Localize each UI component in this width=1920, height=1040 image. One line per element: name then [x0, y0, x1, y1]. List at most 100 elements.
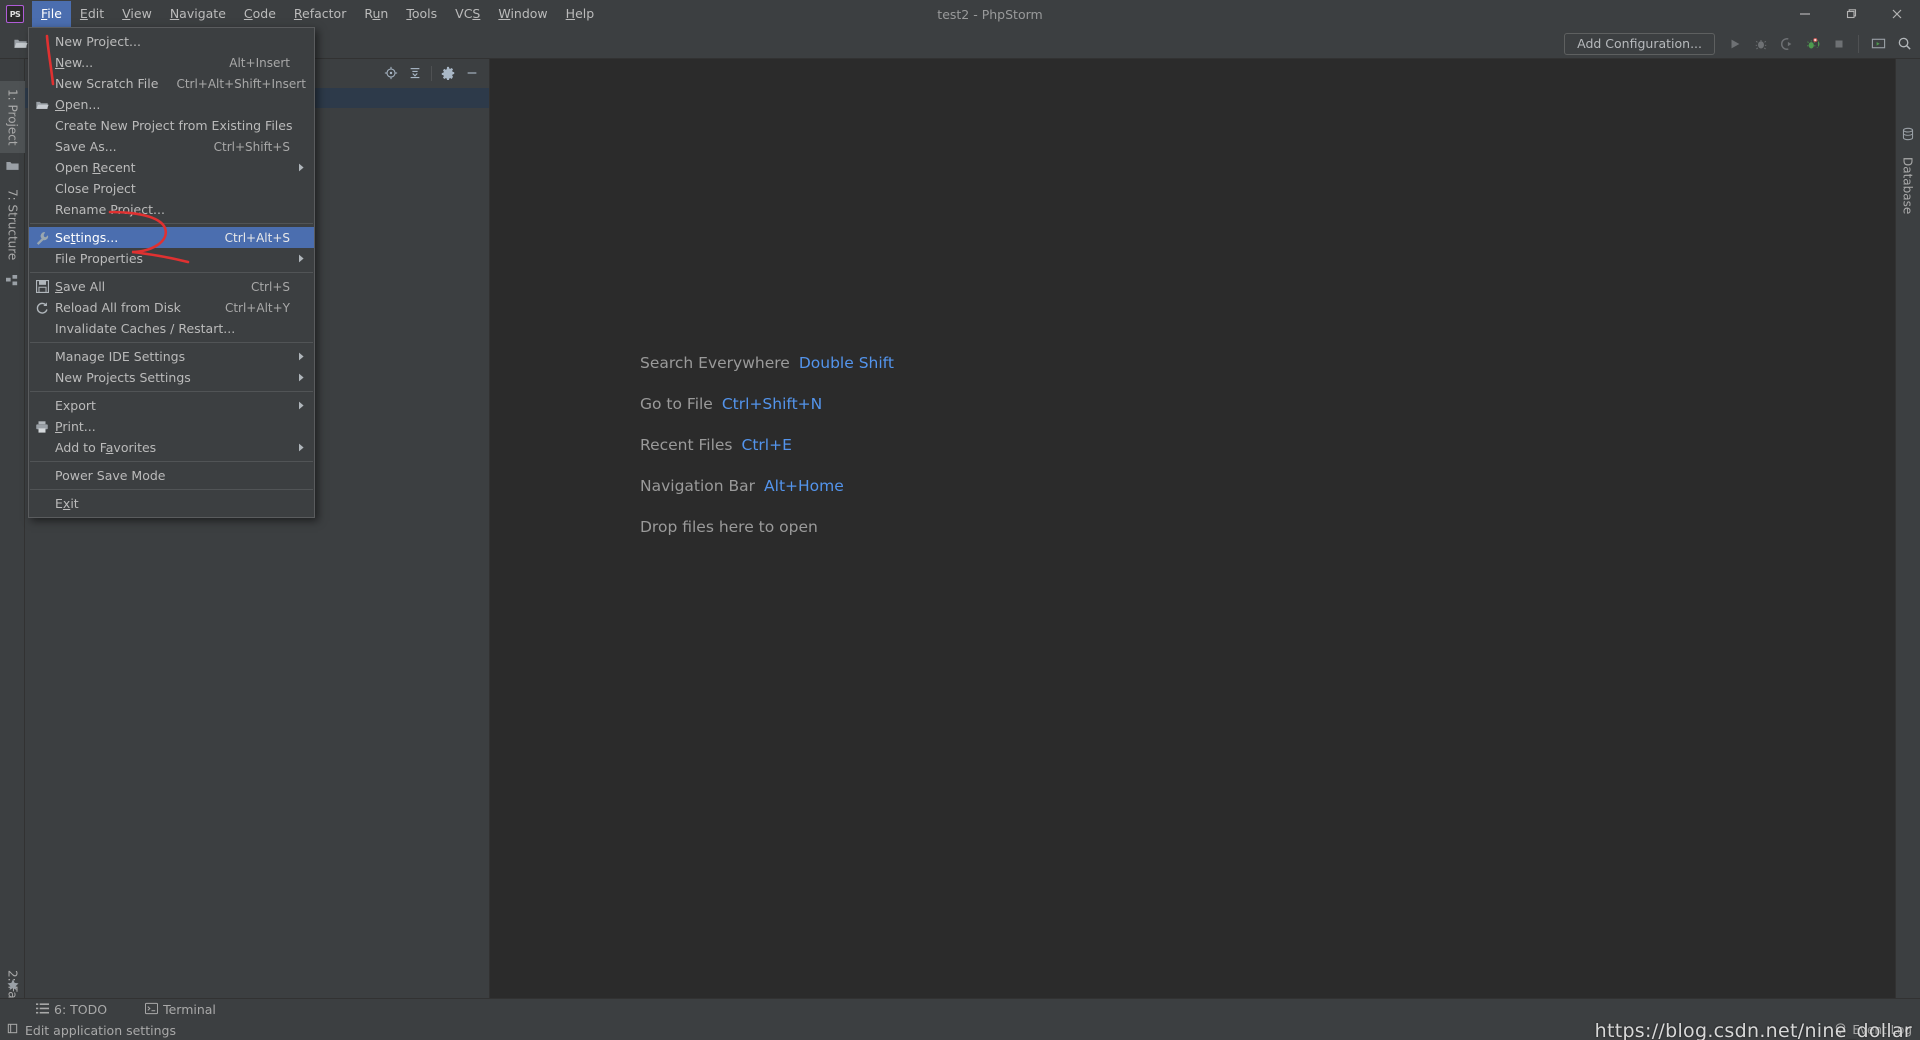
menu-item-label: Settings...	[55, 230, 119, 245]
star-icon	[4, 976, 21, 993]
menu-item-reload-all-from-disk[interactable]: Reload All from Disk Ctrl+Alt+Y	[29, 297, 314, 318]
sidebar-item-project-label: 1: Project	[5, 88, 20, 146]
menu-view[interactable]: View	[113, 1, 161, 28]
welcome-hint-row: Go to File Ctrl+Shift+N	[640, 395, 894, 413]
menu-item-open-recent[interactable]: Open Recent	[29, 157, 314, 178]
menu-item-label: File Properties	[55, 251, 144, 266]
menu-item-exit[interactable]: Exit	[29, 493, 314, 514]
menu-item-shortcut: Ctrl+Alt+Y	[224, 300, 290, 315]
menu-item-label: New Project...	[55, 34, 141, 49]
menu-item-no-icon	[29, 346, 55, 367]
save-icon	[29, 276, 55, 297]
run-anything-icon[interactable]	[1866, 32, 1890, 56]
sidebar-item-project[interactable]: 1: Project	[0, 81, 25, 153]
menu-item-add-to-favorites[interactable]: Add to Favorites	[29, 437, 314, 458]
collapse-all-icon[interactable]	[404, 62, 426, 84]
menu-help[interactable]: Help	[557, 1, 604, 28]
welcome-hint-shortcut: Double Shift	[798, 354, 894, 372]
add-configuration-button[interactable]: Add Configuration...	[1564, 32, 1715, 55]
menu-vcs[interactable]: VCS	[446, 1, 489, 28]
menu-item-shortcut: Ctrl+S	[250, 279, 290, 294]
sidebar-item-database[interactable]: Database	[1895, 147, 1920, 225]
menu-item-open[interactable]: Open...	[29, 94, 314, 115]
menu-item-export[interactable]: Export	[29, 395, 314, 416]
run-icon[interactable]	[1723, 32, 1747, 56]
menu-bar: File Edit View Navigate Code Refactor Run Tools…	[32, 0, 603, 28]
terminal-icon	[145, 1002, 159, 1018]
menu-item-save-as[interactable]: Save As... Ctrl+Shift+S	[29, 136, 314, 157]
bottom-item-todo[interactable]: 6: TODO	[26, 999, 117, 1021]
status-bar-left: Edit application settings	[0, 1022, 176, 1038]
menu-item-label: Export	[55, 398, 96, 413]
menu-item-manage-ide-settings[interactable]: Manage IDE Settings	[29, 346, 314, 367]
menu-code[interactable]: Code	[235, 1, 285, 28]
minimize-icon[interactable]	[1782, 0, 1828, 28]
search-icon[interactable]	[1892, 32, 1916, 56]
menu-run[interactable]: Run	[355, 1, 397, 28]
menu-item-label: Close Project	[55, 181, 136, 196]
menu-item-new-scratch-file[interactable]: New Scratch File Ctrl+Alt+Shift+Insert	[29, 73, 314, 94]
menu-item-new[interactable]: New... Alt+Insert	[29, 52, 314, 73]
menu-refactor[interactable]: Refactor	[285, 1, 355, 28]
close-icon[interactable]	[1874, 0, 1920, 28]
menu-tools[interactable]: Tools	[397, 1, 446, 28]
file-menu-dropdown: New Project... New... Alt+Insert New Scratc…	[28, 27, 315, 518]
menu-item-no-icon	[29, 157, 55, 178]
toolbar-right-group: Add Configuration...	[1564, 28, 1916, 59]
menu-item-rename-project[interactable]: Rename Project...	[29, 199, 314, 220]
bottom-tool-window-bar: 6: TODO Terminal	[0, 998, 1920, 1020]
menu-item-no-icon	[29, 199, 55, 220]
maximize-icon[interactable]	[1828, 0, 1874, 28]
logo-text: PS	[9, 9, 21, 19]
menu-separator	[30, 272, 313, 273]
menu-item-no-icon	[29, 31, 55, 52]
sidebar-item-structure[interactable]: 7: Structure	[0, 181, 25, 269]
menu-item-label: Save All	[55, 279, 106, 294]
menu-window[interactable]: Window	[489, 1, 556, 28]
ide-window-icon[interactable]	[6, 1022, 19, 1038]
sidebar-item-structure-label: 7: Structure	[5, 189, 20, 261]
menu-item-save-all[interactable]: Save All Ctrl+S	[29, 276, 314, 297]
menu-item-new-projects-settings[interactable]: New Projects Settings	[29, 367, 314, 388]
left-tool-window-bar: 1: Project 7: Structure 2: Favorites	[0, 59, 25, 1040]
menu-item-no-icon	[29, 465, 55, 486]
welcome-hints: Search Everywhere Double Shift Go to File C…	[640, 354, 894, 536]
todo-list-icon	[36, 1002, 49, 1018]
locate-icon[interactable]	[380, 62, 402, 84]
sidebar-item-database-label: Database	[1900, 157, 1915, 215]
menu-item-label: Add to Favorites	[55, 440, 157, 455]
menu-separator	[30, 461, 313, 462]
menu-item-label: Exit	[55, 496, 79, 511]
welcome-hint-row: Drop files here to open	[640, 518, 894, 536]
menu-separator	[30, 223, 313, 224]
menu-item-no-icon	[29, 437, 55, 458]
menu-item-label: New Scratch File	[55, 76, 159, 91]
menu-item-create-new-project-from-existing-files[interactable]: Create New Project from Existing Files	[29, 115, 314, 136]
menu-item-invalidate-caches-restart[interactable]: Invalidate Caches / Restart...	[29, 318, 314, 339]
menu-item-label: Power Save Mode	[55, 468, 166, 483]
settings-gear-icon[interactable]	[437, 62, 459, 84]
menu-item-print[interactable]: Print...	[29, 416, 314, 437]
menu-item-power-save-mode[interactable]: Power Save Mode	[29, 465, 314, 486]
profile-icon[interactable]	[1801, 32, 1825, 56]
menu-item-close-project[interactable]: Close Project	[29, 178, 314, 199]
welcome-hint-shortcut: Ctrl+Shift+N	[721, 395, 823, 413]
menu-edit[interactable]: Edit	[71, 1, 113, 28]
menu-item-new-project[interactable]: New Project...	[29, 31, 314, 52]
submenu-arrow-icon	[294, 373, 308, 382]
menu-navigate[interactable]: Navigate	[161, 1, 235, 28]
stop-icon[interactable]	[1827, 32, 1851, 56]
welcome-hint-text: Navigation Bar	[640, 477, 756, 495]
submenu-arrow-icon	[294, 443, 308, 452]
submenu-arrow-icon	[294, 254, 308, 263]
hide-panel-icon[interactable]	[461, 62, 483, 84]
menu-item-file-properties[interactable]: File Properties	[29, 248, 314, 269]
run-with-coverage-icon[interactable]	[1775, 32, 1799, 56]
menu-item-settings[interactable]: Settings... Ctrl+Alt+S	[29, 227, 314, 248]
menu-file[interactable]: File	[32, 0, 71, 28]
status-bar-right[interactable]: Event Log	[1834, 1022, 1912, 1038]
menu-item-shortcut: Ctrl+Alt+S	[224, 230, 290, 245]
menu-item-label: Reload All from Disk	[55, 300, 181, 315]
debug-icon[interactable]	[1749, 32, 1773, 56]
bottom-item-terminal[interactable]: Terminal	[135, 999, 226, 1021]
